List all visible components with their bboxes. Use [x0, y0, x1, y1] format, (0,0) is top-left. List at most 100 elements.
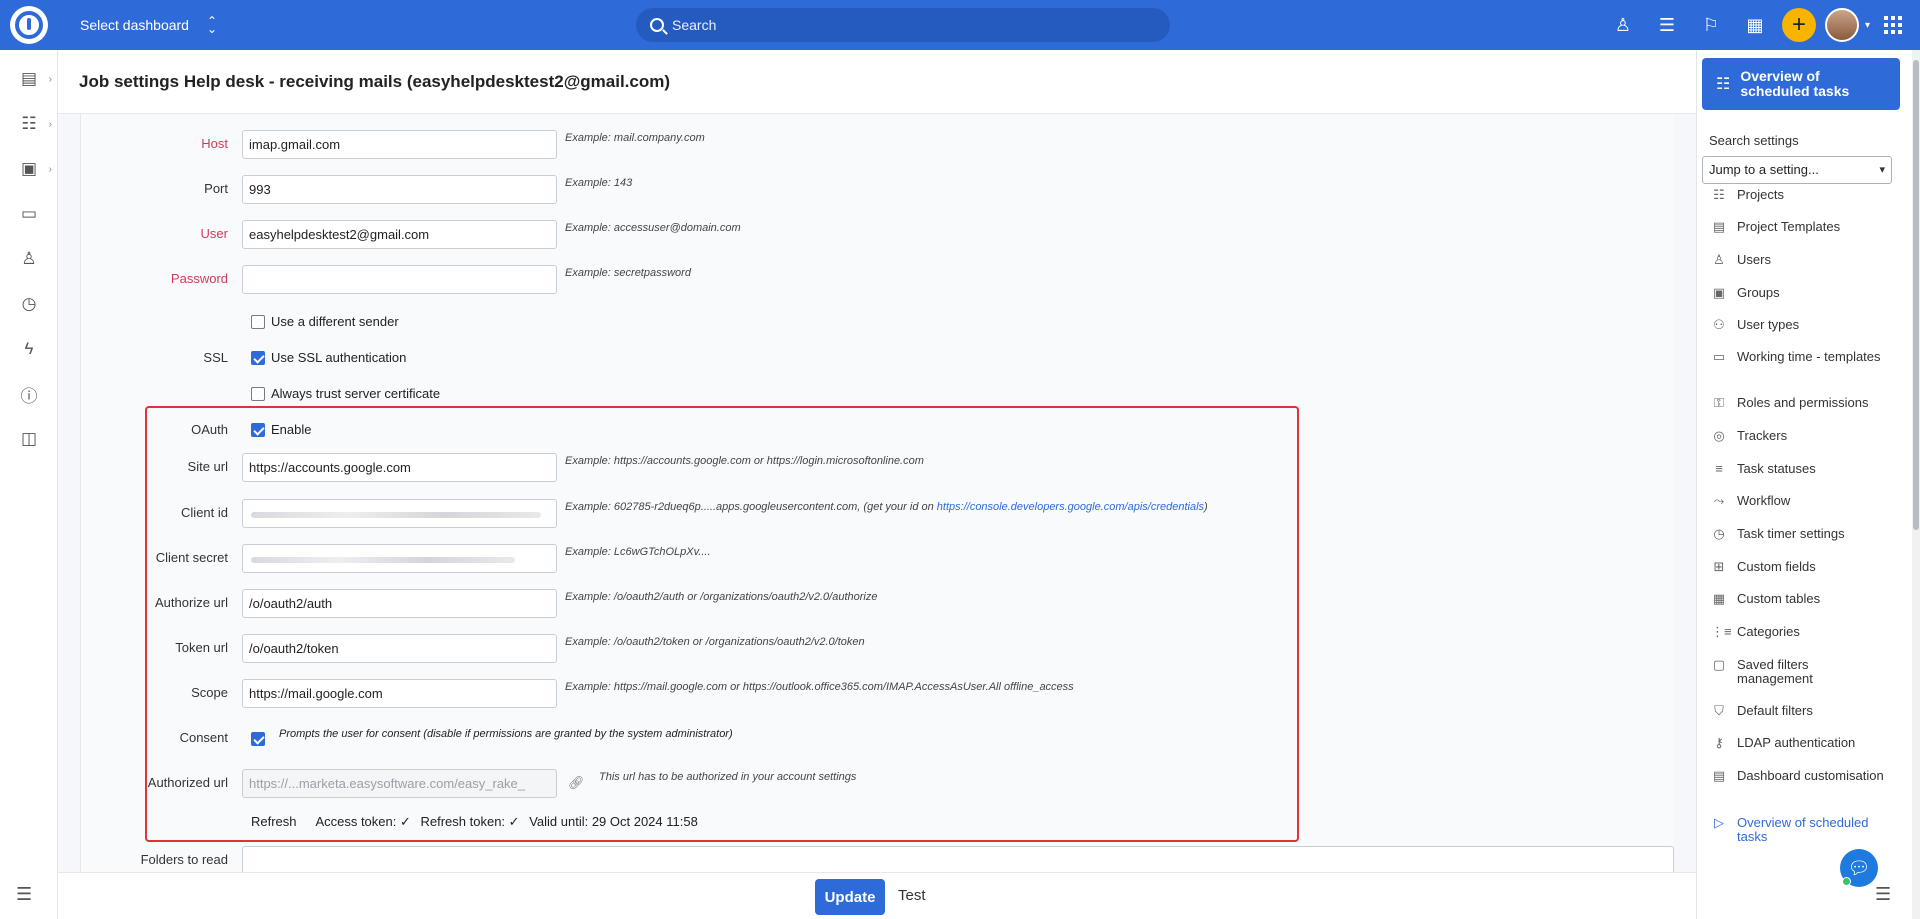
apps-grid-icon[interactable] — [1884, 16, 1902, 34]
ssl-label: SSL — [203, 350, 228, 365]
sidebar-scroll-thumb[interactable] — [1913, 60, 1919, 530]
sidebar-item-roles-and-permissions[interactable]: ⚿ Roles and permissions — [1711, 396, 1901, 410]
sidebar-item-users[interactable]: ♙ Users — [1711, 253, 1901, 267]
sidebar-item-groups[interactable]: ▣ Groups — [1711, 286, 1901, 300]
sidebar-item-label: Task statuses — [1737, 461, 1816, 476]
authorize-url-label: Authorize url — [155, 595, 228, 610]
sidebar-item-default-filters[interactable]: ⛉ Default filters — [1711, 704, 1901, 718]
sidebar-item-dashboard-customisation[interactable]: ▤ Dashboard customisation — [1711, 769, 1901, 783]
client-secret-row: Client secret Example: Lc6wGTchOLpXv.... — [81, 544, 1675, 574]
scope-hint: Example: https://mail.google.com or http… — [565, 681, 1074, 693]
user-row: User easyhelpdesktest2@gmail.com Example… — [81, 220, 1675, 250]
list-icon[interactable]: ☷ › — [0, 109, 58, 139]
port-input[interactable]: 993 — [242, 175, 557, 204]
update-button[interactable]: Update — [815, 879, 885, 915]
consent-label: Consent — [179, 730, 228, 745]
authorize-url-row: Authorize url /o/oauth2/auth Example: /o… — [81, 589, 1675, 619]
authorized-url-input[interactable]: https://...marketa.easysoftware.com/easy… — [242, 769, 557, 798]
access-token-status: Access token: ✓ — [315, 814, 411, 829]
select-dashboard-button[interactable]: Select dashboard ⌃ ⌄ — [80, 14, 218, 36]
chart-icon[interactable]: ◫ — [0, 424, 58, 454]
consent-checkbox[interactable] — [251, 732, 265, 746]
clipboard-icon[interactable]: ▣ › — [0, 154, 58, 184]
sidebar-item-task-statuses[interactable]: ≡ Task statuses — [1711, 462, 1901, 476]
dashboard-icon[interactable]: ▤ › — [0, 64, 58, 94]
sidebar-item-icon: ⛉ — [1714, 703, 1724, 718]
expand-menu-icon[interactable]: ☰ — [16, 884, 32, 905]
host-input[interactable]: imap.gmail.com — [242, 130, 557, 159]
trust-cert-checkbox[interactable] — [251, 387, 265, 401]
test-button[interactable]: Test — [898, 887, 926, 904]
flag-icon[interactable]: ⚐ — [1689, 0, 1733, 50]
sidebar-item-label: Users — [1737, 252, 1771, 267]
sidebar-item-workflow[interactable]: ⤳ Workflow — [1711, 494, 1901, 508]
sidebar-item-icon: ♙ — [1713, 252, 1725, 267]
card-icon[interactable]: ▭ — [0, 199, 58, 229]
client-id-input[interactable] — [242, 499, 557, 528]
overview-scheduled-tasks-button[interactable]: ☷ Overview of scheduled tasks — [1702, 58, 1900, 110]
credentials-link[interactable]: https://console.developers.google.com/ap… — [937, 501, 1204, 513]
host-hint: Example: mail.company.com — [565, 132, 705, 144]
sidebar-item-custom-fields[interactable]: ⊞ Custom fields — [1711, 560, 1901, 574]
folders-label: Folders to read — [140, 852, 228, 867]
chevron-updown-icon: ⌃ ⌄ — [206, 14, 218, 36]
valid-until-text: Valid until: 29 Oct 2024 11:58 — [529, 814, 698, 829]
lightning-icon[interactable]: ϟ — [0, 334, 58, 364]
link-icon[interactable]: 🔗︎ — [568, 775, 585, 791]
client-secret-input[interactable] — [242, 544, 557, 573]
client-secret-hint: Example: Lc6wGTchOLpXv.... — [565, 546, 711, 558]
search-input[interactable]: Search — [636, 8, 1170, 42]
sidebar-item-label: Custom fields — [1737, 559, 1816, 574]
password-input[interactable] — [242, 265, 557, 294]
add-button[interactable]: + — [1781, 8, 1816, 42]
oauth-enable-checkbox[interactable] — [251, 423, 265, 437]
user-input[interactable]: easyhelpdesktest2@gmail.com — [242, 220, 557, 249]
settings-sidebar: ☷ Overview of scheduled tasks Search set… — [1696, 50, 1920, 919]
person-icon[interactable]: ♙ — [0, 244, 58, 274]
sidebar-item-project-templates[interactable]: ▤ Project Templates — [1711, 220, 1901, 234]
sidebar-item-projects[interactable]: ☷ Projects — [1711, 188, 1901, 202]
sidebar-item-task-timer-settings[interactable]: ◷ Task timer settings — [1711, 527, 1901, 541]
sidebar-item-trackers[interactable]: ◎ Trackers — [1711, 429, 1901, 443]
avatar[interactable] — [1824, 8, 1859, 42]
sidebar-item-ldap-authentication[interactable]: ⚷ LDAP authentication — [1711, 736, 1901, 750]
sidebar-item-user-types[interactable]: ⚇ User types — [1711, 318, 1901, 332]
checklist-icon[interactable]: ☰ — [1645, 0, 1689, 50]
sidebar-item-label: Working time - templates — [1737, 349, 1881, 364]
refresh-token-status: Refresh token: ✓ — [420, 814, 520, 829]
folders-input[interactable] — [242, 846, 1674, 872]
authorize-url-hint: Example: /o/oauth2/auth or /organization… — [565, 591, 878, 603]
token-url-input[interactable]: /o/oauth2/token — [242, 634, 557, 663]
sidebar-item-icon: ▣ — [1712, 285, 1726, 300]
user-icon[interactable]: ♙ — [1601, 0, 1645, 50]
authorize-url-input[interactable]: /o/oauth2/auth — [242, 589, 557, 618]
sidebar-item-saved-filters-management[interactable]: ▢ Saved filters management — [1711, 658, 1901, 686]
sidebar-item-icon: ◎ — [1713, 428, 1725, 443]
job-settings-form: Host imap.gmail.com Example: mail.compan… — [80, 114, 1674, 872]
sidebar-item-categories[interactable]: ⋮≡ Categories — [1711, 625, 1901, 639]
sidebar-item-overview-of-scheduled-tasks[interactable]: ▷ Overview of scheduled tasks — [1711, 816, 1901, 844]
app-logo[interactable] — [10, 6, 48, 44]
sidebar-item-label: Groups — [1737, 285, 1780, 300]
collapse-sidebar-icon[interactable]: ☰ — [1875, 884, 1891, 905]
scope-input[interactable]: https://mail.google.com — [242, 679, 557, 708]
calendar-icon[interactable]: ▦ — [1733, 0, 1777, 50]
password-row: Password Example: secretpassword — [81, 265, 1675, 295]
refresh-link[interactable]: Refresh — [251, 814, 297, 829]
clock-icon[interactable]: ◷ — [0, 289, 58, 319]
host-label: Host — [201, 136, 228, 151]
search-icon — [650, 18, 664, 32]
sidebar-item-working-time-templates[interactable]: ▭ Working time - templates — [1711, 350, 1901, 364]
overview-button-label: Overview of scheduled tasks — [1740, 68, 1850, 99]
sidebar-item-icon: ⋮≡ — [1711, 624, 1732, 639]
sidebar-item-custom-tables[interactable]: ▦ Custom tables — [1711, 592, 1901, 606]
client-id-row: Client id Example: 602785-r2dueq6p.....a… — [81, 499, 1675, 529]
site-url-input[interactable]: https://accounts.google.com — [242, 453, 557, 482]
jump-to-setting-select[interactable]: Jump to a setting... — [1702, 156, 1892, 184]
sidebar-item-label: LDAP authentication — [1737, 735, 1856, 750]
different-sender-checkbox[interactable] — [251, 315, 265, 329]
ssl-checkbox[interactable] — [251, 351, 265, 365]
info-icon[interactable]: ⓘ — [0, 379, 58, 409]
sidebar-item-label: Project Templates — [1737, 219, 1841, 234]
chevron-down-icon[interactable]: ▾ — [1865, 20, 1870, 31]
